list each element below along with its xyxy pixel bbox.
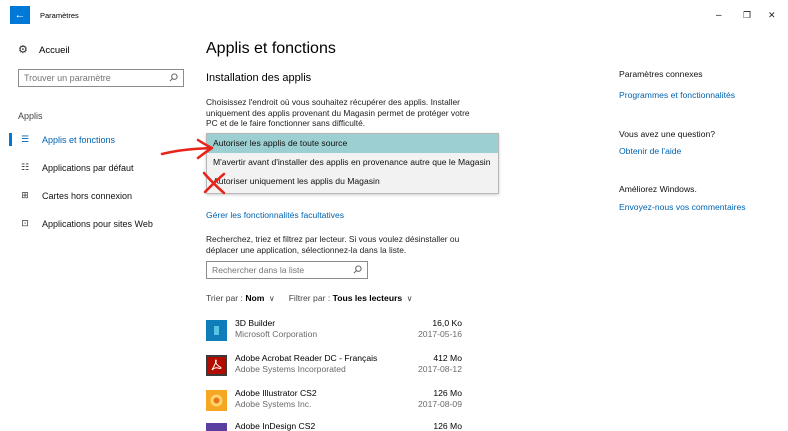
maximize-button[interactable]: ❐	[743, 10, 751, 21]
app-list-item[interactable]: Adobe Acrobat Reader DC - Français Adobe…	[206, 353, 462, 381]
back-arrow-icon: ←	[14, 9, 26, 21]
dropdown-option-any-source[interactable]: Autoriser les applis de toute source	[207, 134, 498, 153]
question-heading: Vous avez une question?	[619, 129, 716, 139]
acrobat-reader-icon	[206, 355, 227, 376]
nav-item-offline-maps[interactable]: ⊞ Cartes hors connexion	[14, 190, 132, 201]
app-size: 16,0 Ko	[432, 318, 462, 328]
filter-label: Filtrer par :	[288, 293, 331, 303]
back-button[interactable]: ←	[10, 6, 30, 24]
web-apps-icon: ⊡	[21, 218, 29, 228]
default-apps-icon: ☷	[20, 162, 30, 172]
search-icon[interactable]	[169, 72, 178, 84]
dropdown-option-store-only[interactable]: Autoriser uniquement les applis du Magas…	[207, 172, 498, 191]
nav-item-web-apps[interactable]: ⊡ Applications pour sites Web	[14, 218, 153, 229]
app-list-item[interactable]: Adobe InDesign CS2 126 Mo	[206, 421, 462, 431]
nav-item-default-apps[interactable]: ☷ Applications par défaut	[14, 162, 134, 173]
illustrator-icon	[206, 390, 227, 411]
app-publisher: Adobe Systems Incorporated	[235, 364, 346, 374]
list-icon: ☰	[20, 134, 30, 144]
install-section-title: Installation des applis	[206, 72, 312, 84]
chevron-down-icon: ∨	[406, 294, 413, 303]
related-settings-heading: Paramètres connexes	[619, 69, 703, 79]
app-date: 2017-08-09	[418, 399, 462, 409]
app-list-search-box[interactable]	[206, 261, 368, 279]
search-icon[interactable]	[353, 264, 362, 276]
sort-filter-bar: Trier par : Nom ∨ Filtrer par : Tous les…	[206, 293, 412, 303]
filter-dropdown[interactable]: Filtrer par : Tous les lecteurs ∨	[289, 293, 413, 303]
nav-item-label: Applis et fonctions	[42, 134, 116, 145]
sort-dropdown[interactable]: Trier par : Nom ∨	[206, 293, 275, 303]
nav-item-label: Applications par défaut	[42, 162, 134, 173]
window-title: Paramètres	[40, 11, 79, 20]
app-date: 2017-05-16	[418, 329, 462, 339]
app-name: Adobe InDesign CS2	[235, 421, 316, 431]
app-size: 412 Mo	[433, 353, 462, 363]
sort-value: Nom	[245, 293, 265, 303]
page-title: Applis et fonctions	[206, 40, 336, 57]
app-list-item[interactable]: 3D Builder Microsoft Corporation 16,0 Ko…	[206, 318, 462, 346]
gear-icon: ⚙	[18, 44, 28, 56]
3d-builder-icon	[206, 320, 227, 341]
indesign-icon	[206, 423, 227, 431]
install-description: Choisissez l'endroit où vous souhaitez r…	[206, 97, 470, 128]
nav-item-label: Cartes hors connexion	[42, 190, 133, 201]
app-name: Adobe Acrobat Reader DC - Français	[235, 353, 378, 363]
app-date: 2017-08-12	[418, 364, 462, 374]
app-list-search-input[interactable]	[212, 265, 353, 275]
close-button[interactable]: ✕	[768, 10, 776, 21]
chevron-down-icon: ∨	[268, 294, 275, 303]
title-bar: ← Paramètres – ❐ ✕	[0, 0, 788, 30]
list-description: Recherchez, triez et filtrez par lecteur…	[206, 234, 460, 255]
minimize-button[interactable]: –	[716, 10, 722, 21]
dropdown-option-warn[interactable]: M'avertir avant d'installer des applis e…	[207, 153, 498, 172]
app-name: Adobe Illustrator CS2	[235, 388, 317, 398]
nav-item-apps-features[interactable]: ☰ Applis et fonctions	[14, 134, 115, 145]
app-name: 3D Builder	[235, 318, 276, 328]
app-publisher: Microsoft Corporation	[235, 329, 318, 339]
nav-home-label: Accueil	[39, 44, 70, 56]
improve-windows-heading: Améliorez Windows.	[619, 184, 697, 194]
app-publisher: Adobe Systems Inc.	[235, 399, 312, 409]
install-source-dropdown[interactable]: Autoriser les applis de toute source M'a…	[206, 133, 499, 194]
optional-features-link[interactable]: Gérer les fonctionnalités facultatives	[206, 210, 344, 220]
app-size: 126 Mo	[433, 421, 462, 431]
app-list-item[interactable]: Adobe Illustrator CS2 Adobe Systems Inc.…	[206, 388, 462, 416]
settings-search-input[interactable]	[24, 73, 169, 83]
nav-section-label: Applis	[18, 111, 43, 121]
feedback-link[interactable]: Envoyez-nous vos commentaires	[619, 202, 746, 212]
sort-label: Trier par :	[206, 293, 243, 303]
app-size: 126 Mo	[433, 388, 462, 398]
active-indicator	[9, 133, 12, 146]
nav-item-label: Applications pour sites Web	[42, 218, 153, 229]
map-icon: ⊞	[21, 190, 29, 200]
get-help-link[interactable]: Obtenir de l'aide	[619, 146, 681, 156]
programs-features-link[interactable]: Programmes et fonctionnalités	[619, 90, 735, 100]
filter-value: Tous les lecteurs	[332, 293, 403, 303]
nav-home[interactable]: ⚙ Accueil	[18, 44, 70, 56]
settings-search-box[interactable]	[18, 69, 184, 87]
